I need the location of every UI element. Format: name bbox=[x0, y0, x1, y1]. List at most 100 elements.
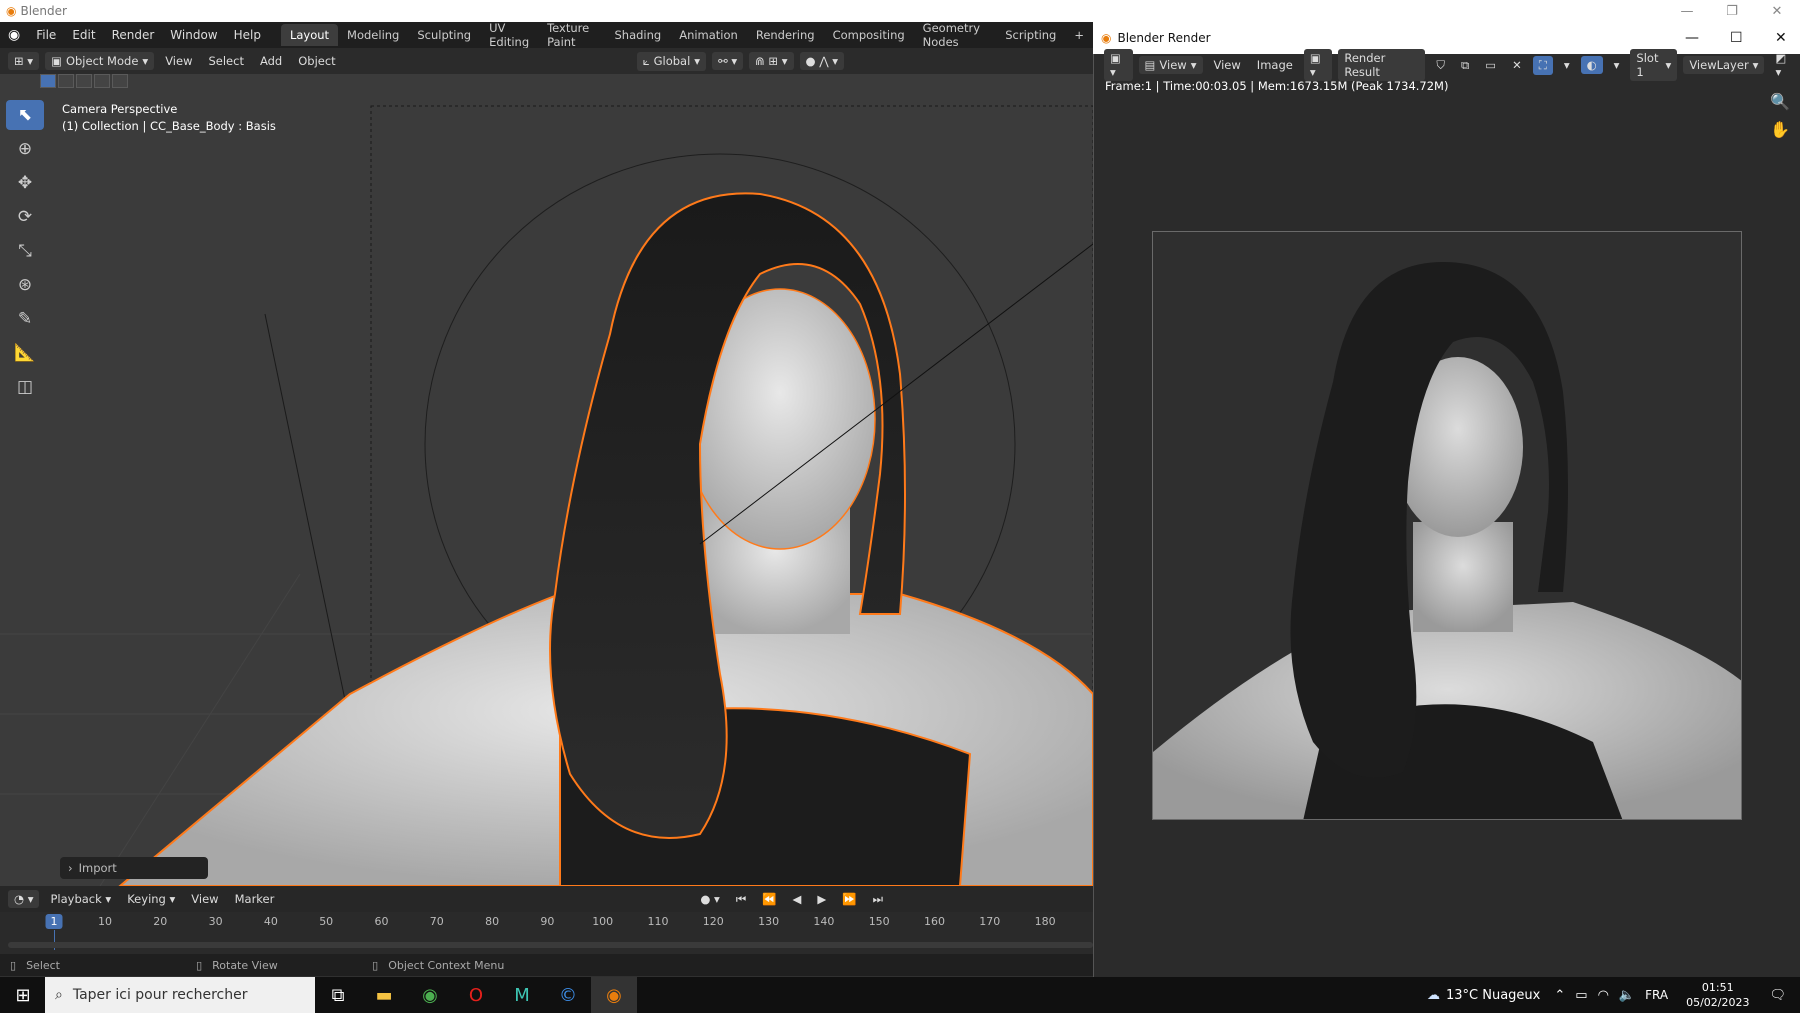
timeline[interactable]: 1 10 20 30 40 50 60 70 80 90 100 110 120 130 140 150 16… bbox=[0, 912, 1093, 954]
view-layer-dropdown[interactable]: ViewLayer ▾ bbox=[1683, 56, 1765, 74]
notifications-icon[interactable]: 🗨 bbox=[1769, 988, 1786, 1003]
image-editor-type-dropdown[interactable]: ▣ ▾ bbox=[1104, 49, 1133, 81]
weather-label[interactable]: 13°C Nuageux bbox=[1446, 988, 1540, 1003]
chevron-down-icon: ▾ bbox=[694, 54, 701, 68]
cursor-tool[interactable]: ⊕ bbox=[6, 134, 44, 164]
taskbar-search-input[interactable]: ⌕ Taper ici pour rechercher bbox=[45, 977, 315, 1013]
menu-window[interactable]: Window bbox=[162, 28, 225, 42]
add-workspace-button[interactable]: + bbox=[1065, 24, 1093, 46]
editor-type-dropdown[interactable]: ⊞ ▾ bbox=[8, 52, 40, 70]
menu-object[interactable]: Object bbox=[290, 52, 343, 70]
pivot-dropdown[interactable]: ⚯ ▾ bbox=[712, 52, 744, 70]
clock[interactable]: 01:51 05/02/2023 bbox=[1686, 980, 1749, 1010]
scale-tool[interactable]: ⤡ bbox=[6, 236, 44, 266]
tab-shading[interactable]: Shading bbox=[605, 24, 670, 46]
menu-keying[interactable]: Keying ▾ bbox=[119, 890, 183, 908]
tab-modeling[interactable]: Modeling bbox=[338, 24, 408, 46]
duplicate-icon[interactable]: ⧉ bbox=[1453, 56, 1477, 75]
render-close-button[interactable]: ✕ bbox=[1775, 30, 1787, 46]
menu-view[interactable]: View bbox=[157, 52, 200, 70]
opera-icon[interactable]: O bbox=[453, 977, 499, 1013]
tab-rendering[interactable]: Rendering bbox=[747, 24, 824, 46]
render-result-field[interactable]: Render Result bbox=[1338, 49, 1426, 81]
rotate-tool[interactable]: ⟳ bbox=[6, 202, 44, 232]
overlay-toggle[interactable]: ◐ bbox=[1580, 56, 1603, 74]
wifi-icon[interactable]: ◠ bbox=[1598, 988, 1609, 1003]
render-menu-view[interactable]: View bbox=[1206, 56, 1249, 74]
close-button[interactable]: ✕ bbox=[1757, 0, 1797, 22]
c-app-icon[interactable]: © bbox=[545, 977, 591, 1013]
windows-start-icon[interactable]: ⊞ bbox=[0, 977, 46, 1013]
menu-file[interactable]: File bbox=[28, 28, 64, 42]
tab-sculpting[interactable]: Sculpting bbox=[408, 24, 480, 46]
shield-icon[interactable]: ⛉ bbox=[1428, 56, 1453, 75]
snap-toggle[interactable]: ⋒ ⊞ ▾ bbox=[749, 52, 794, 70]
chrome-icon[interactable]: ◉ bbox=[407, 977, 453, 1013]
menu-edit[interactable]: Edit bbox=[64, 28, 103, 42]
gizmo-toggle[interactable]: ⛶ bbox=[1532, 55, 1553, 75]
jump-start-icon[interactable]: ⏮ bbox=[728, 890, 754, 909]
folder-icon[interactable]: ▭ bbox=[1477, 56, 1504, 74]
orientation-dropdown[interactable]: ⟀ Global ▾ bbox=[636, 51, 707, 71]
tab-compositing[interactable]: Compositing bbox=[824, 24, 914, 46]
3d-viewport[interactable] bbox=[0, 74, 1093, 886]
auto-key-button[interactable]: ● ▾ bbox=[692, 890, 727, 908]
play-icon[interactable]: ▶ bbox=[809, 890, 834, 908]
menu-marker[interactable]: Marker bbox=[227, 890, 283, 908]
menu-render[interactable]: Render bbox=[104, 28, 163, 42]
timeline-editor-type-dropdown[interactable]: ◔ ▾ bbox=[8, 890, 40, 908]
menu-add[interactable]: Add bbox=[252, 52, 290, 70]
menu-timeline-view[interactable]: View bbox=[183, 890, 226, 908]
current-frame-indicator[interactable]: 1 bbox=[45, 914, 63, 929]
move-tool[interactable]: ✥ bbox=[6, 168, 44, 198]
proportional-edit-toggle[interactable]: ● ⋀ ▾ bbox=[799, 52, 845, 70]
device-icon[interactable]: ▭ bbox=[1575, 988, 1587, 1003]
slot-dropdown[interactable]: Slot 1 ▾ bbox=[1630, 49, 1678, 81]
restore-button[interactable]: ❐ bbox=[1712, 0, 1752, 22]
render-minimize-button[interactable]: — bbox=[1685, 30, 1699, 46]
language-label[interactable]: FRA bbox=[1645, 988, 1668, 1002]
mode-dropdown[interactable]: ▣ Object Mode ▾ bbox=[45, 52, 155, 70]
hand-pan-icon[interactable]: ✋ bbox=[1770, 120, 1790, 139]
select-new-mode-button[interactable] bbox=[40, 74, 56, 88]
add-cube-tool[interactable]: ◫ bbox=[6, 372, 44, 402]
weather-cloud-icon[interactable]: ☁ bbox=[1427, 988, 1440, 1003]
zoom-icon[interactable]: 🔍 bbox=[1770, 92, 1790, 111]
file-explorer-icon[interactable]: ▬ bbox=[361, 977, 407, 1013]
task-view-icon[interactable]: ⧉ bbox=[315, 977, 361, 1013]
image-browse-dropdown[interactable]: ▣ ▾ bbox=[1303, 49, 1333, 81]
unlink-icon[interactable]: ✕ bbox=[1504, 56, 1530, 74]
tab-layout[interactable]: Layout bbox=[280, 24, 339, 46]
last-operator-panel[interactable]: › Import bbox=[60, 857, 208, 879]
render-maximize-button[interactable]: ☐ bbox=[1730, 30, 1743, 46]
measure-tool[interactable]: 📐 bbox=[6, 338, 44, 368]
select-box-tool[interactable]: ⬉ bbox=[6, 100, 44, 130]
transform-tool[interactable]: ⊛ bbox=[6, 270, 44, 300]
select-subtract-mode-button[interactable] bbox=[76, 74, 92, 88]
chevron-up-icon[interactable]: ⌃ bbox=[1554, 988, 1565, 1003]
menu-select[interactable]: Select bbox=[200, 52, 251, 70]
speaker-icon[interactable]: 🔈 bbox=[1619, 988, 1635, 1003]
annotate-tool[interactable]: ✎ bbox=[6, 304, 44, 334]
menu-help[interactable]: Help bbox=[226, 28, 269, 42]
timeline-scrollbar[interactable] bbox=[8, 942, 1093, 948]
chevron-down-icon[interactable]: ▾ bbox=[1606, 56, 1628, 74]
play-reverse-icon[interactable]: ◀ bbox=[785, 890, 810, 908]
menu-playback[interactable]: Playback ▾ bbox=[42, 890, 119, 908]
jump-keyframe-forward-icon[interactable]: ⏩ bbox=[834, 890, 864, 908]
blender-taskbar-icon[interactable]: ◉ bbox=[591, 977, 637, 1013]
minimize-button[interactable]: — bbox=[1667, 0, 1707, 22]
render-menu-image[interactable]: Image bbox=[1249, 56, 1301, 74]
select-invert-mode-button[interactable] bbox=[94, 74, 110, 88]
display-channels-icon[interactable]: ◩ ▾ bbox=[1767, 49, 1800, 81]
select-extend-mode-button[interactable] bbox=[58, 74, 74, 88]
jump-keyframe-back-icon[interactable]: ⏪ bbox=[754, 890, 784, 908]
m-app-icon[interactable]: M bbox=[499, 977, 545, 1013]
tab-animation[interactable]: Animation bbox=[670, 24, 747, 46]
select-intersect-mode-button[interactable] bbox=[112, 74, 128, 88]
blender-menu-icon[interactable]: ◉ bbox=[0, 27, 28, 43]
render-view-dropdown[interactable]: ▤ View ▾ bbox=[1138, 56, 1203, 74]
chevron-down-icon[interactable]: ▾ bbox=[1556, 56, 1578, 74]
jump-end-icon[interactable]: ⏭ bbox=[865, 890, 891, 909]
tab-scripting[interactable]: Scripting bbox=[996, 24, 1065, 46]
